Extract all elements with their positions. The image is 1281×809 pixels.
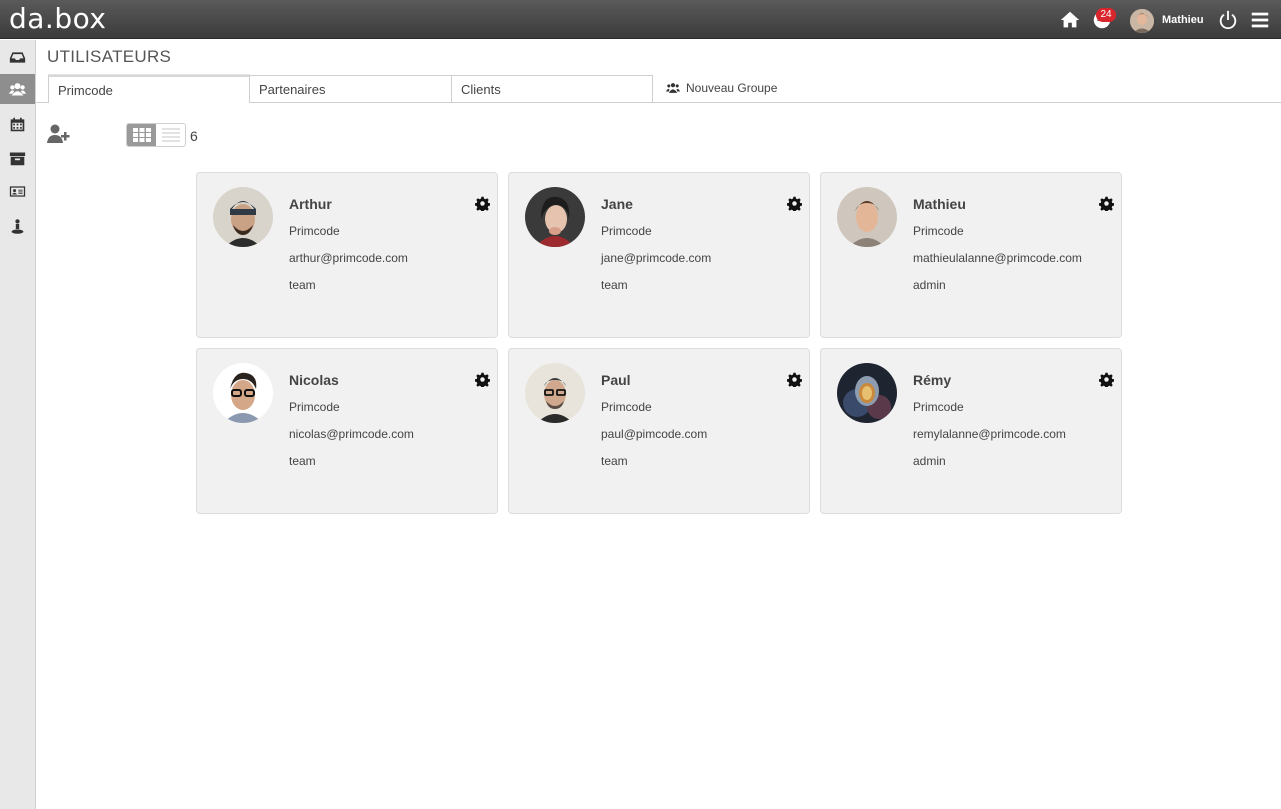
user-name: Rémy bbox=[913, 372, 952, 388]
user-email[interactable]: arthur@primcode.com bbox=[289, 251, 408, 265]
home-icon[interactable] bbox=[1058, 8, 1082, 32]
sidebar-item-users[interactable] bbox=[0, 74, 35, 104]
user-company: Primcode bbox=[913, 224, 964, 238]
add-user-icon bbox=[47, 124, 70, 143]
sidebar-item-inbox[interactable] bbox=[0, 42, 35, 72]
top-bar: da.box 24 Mathieu bbox=[0, 0, 1281, 39]
sidebar-item-archive[interactable] bbox=[0, 143, 35, 173]
user-name: Arthur bbox=[289, 196, 332, 212]
calendar-icon bbox=[10, 117, 25, 131]
add-user-button[interactable] bbox=[47, 124, 71, 144]
user-company: Primcode bbox=[289, 400, 340, 414]
group-icon bbox=[666, 83, 680, 93]
sidebar-item-location[interactable] bbox=[0, 211, 35, 241]
gear-icon[interactable] bbox=[786, 372, 803, 389]
user-name: Nicolas bbox=[289, 372, 339, 388]
user-card[interactable]: Paul Primcode paul@pimcode.com team bbox=[508, 348, 810, 514]
user-role: team bbox=[289, 278, 316, 292]
user-count: 6 bbox=[190, 128, 198, 144]
tab-primcode[interactable]: Primcode bbox=[48, 75, 250, 103]
user-role: admin bbox=[913, 278, 946, 292]
user-role: admin bbox=[913, 454, 946, 468]
tab-partenaires[interactable]: Partenaires bbox=[249, 75, 452, 103]
power-icon[interactable] bbox=[1216, 8, 1240, 32]
page-title: UTILISATEURS bbox=[47, 47, 172, 66]
user-role: team bbox=[601, 278, 628, 292]
user-company: Primcode bbox=[601, 400, 652, 414]
user-avatar bbox=[213, 187, 273, 247]
user-email[interactable]: mathieulalanne@primcode.com bbox=[913, 251, 1082, 265]
user-avatar bbox=[837, 187, 897, 247]
user-card[interactable]: Rémy Primcode remylalanne@primcode.com a… bbox=[820, 348, 1122, 514]
user-company: Primcode bbox=[289, 224, 340, 238]
sidebar-item-calendar[interactable] bbox=[0, 109, 35, 139]
user-email[interactable]: remylalanne@primcode.com bbox=[913, 427, 1066, 441]
gear-icon[interactable] bbox=[1098, 196, 1115, 213]
grid-view-button[interactable] bbox=[127, 124, 156, 146]
app-logo[interactable]: da.box bbox=[9, 2, 106, 36]
user-card[interactable]: Arthur Primcode arthur@primcode.com team bbox=[196, 172, 498, 338]
user-avatar[interactable] bbox=[1130, 9, 1154, 33]
sidebar-item-contacts[interactable] bbox=[0, 176, 35, 206]
inbox-icon bbox=[9, 51, 26, 63]
sidebar bbox=[0, 40, 36, 809]
user-card[interactable]: Mathieu Primcode mathieulalanne@primcode… bbox=[820, 172, 1122, 338]
user-email[interactable]: jane@primcode.com bbox=[601, 251, 711, 265]
gear-icon[interactable] bbox=[474, 196, 491, 213]
user-avatar bbox=[525, 363, 585, 423]
list-icon bbox=[161, 128, 180, 142]
user-email[interactable]: paul@pimcode.com bbox=[601, 427, 707, 441]
menu-icon[interactable] bbox=[1248, 8, 1272, 32]
new-group-label: Nouveau Groupe bbox=[686, 81, 778, 95]
notification-badge: 24 bbox=[1096, 8, 1116, 22]
user-role: team bbox=[289, 454, 316, 468]
user-company: Primcode bbox=[601, 224, 652, 238]
person-pin-icon bbox=[11, 218, 24, 234]
user-role: team bbox=[601, 454, 628, 468]
user-name: Jane bbox=[601, 196, 633, 212]
user-company: Primcode bbox=[913, 400, 964, 414]
user-card[interactable]: Nicolas Primcode nicolas@primcode.com te… bbox=[196, 348, 498, 514]
gear-icon[interactable] bbox=[786, 196, 803, 213]
user-name: Mathieu bbox=[913, 196, 966, 212]
view-toggle bbox=[126, 123, 186, 147]
user-email[interactable]: nicolas@primcode.com bbox=[289, 427, 414, 441]
gear-icon[interactable] bbox=[474, 372, 491, 389]
user-avatar bbox=[213, 363, 273, 423]
user-name: Paul bbox=[601, 372, 631, 388]
contact-card-icon bbox=[9, 185, 26, 197]
new-group-button[interactable]: Nouveau Groupe bbox=[666, 81, 777, 95]
archive-icon bbox=[9, 152, 26, 165]
user-card[interactable]: Jane Primcode jane@primcode.com team bbox=[508, 172, 810, 338]
gear-icon[interactable] bbox=[1098, 372, 1115, 389]
tab-clients[interactable]: Clients bbox=[451, 75, 653, 103]
grid-icon bbox=[132, 128, 151, 142]
users-icon bbox=[9, 82, 26, 95]
list-view-button[interactable] bbox=[156, 124, 185, 146]
username-label[interactable]: Mathieu bbox=[1162, 14, 1204, 26]
user-avatar bbox=[525, 187, 585, 247]
user-avatar bbox=[837, 363, 897, 423]
